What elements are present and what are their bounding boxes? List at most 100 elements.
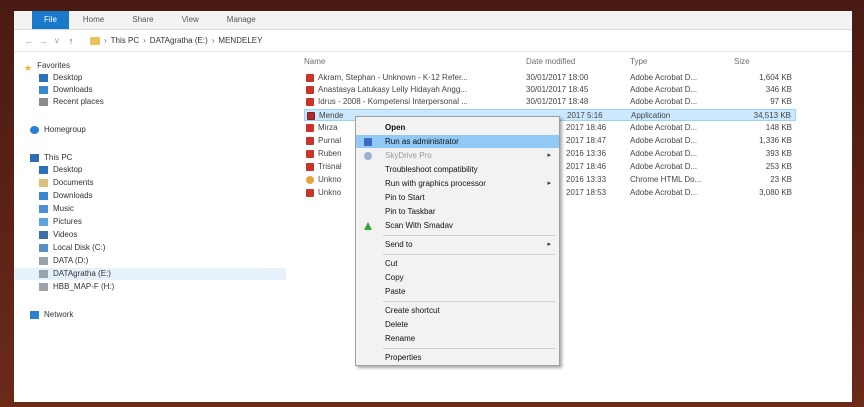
network-icon <box>30 311 39 319</box>
menu-item-properties[interactable]: Properties <box>356 351 559 364</box>
sidebar-item-favorites[interactable]: ★ Favorites <box>24 60 70 73</box>
file-name: Unkno <box>318 175 342 184</box>
skydrive-icon <box>364 152 372 160</box>
menu-item-scan-smadav[interactable]: Scan With Smadav <box>356 219 559 232</box>
breadcrumb-separator-icon: › <box>143 36 146 45</box>
menu-item-troubleshoot[interactable]: Troubleshoot compatibility <box>356 163 559 176</box>
menu-item-cut[interactable]: Cut <box>356 257 559 270</box>
sidebar-item-pc-desktop[interactable]: Desktop <box>39 164 82 176</box>
sidebar-item-local-disk[interactable]: Local Disk (C:) <box>39 242 105 254</box>
up-arrow-icon[interactable]: ↑ <box>64 36 78 46</box>
tab-file[interactable]: File <box>32 11 69 29</box>
pdf-icon <box>306 189 314 197</box>
menu-item-send-to[interactable]: Send to ▸ <box>356 238 559 251</box>
downloads-icon <box>39 86 48 94</box>
breadcrumb-folder[interactable]: MENDELEY <box>218 36 262 45</box>
sidebar-item-recent[interactable]: Recent places <box>39 96 104 108</box>
sidebar-item-videos[interactable]: Videos <box>39 229 77 241</box>
file-name: Mende <box>319 111 344 120</box>
sidebar-item-label: Documents <box>53 178 94 187</box>
sidebar-item-label: DATAgratha (E:) <box>53 269 111 278</box>
table-row[interactable]: Idrus - 2008 - Kompetensi Interpersonal … <box>304 96 796 108</box>
pdf-icon <box>306 98 314 106</box>
sidebar-item-downloads[interactable]: Downloads <box>39 84 93 96</box>
menu-separator <box>383 348 555 349</box>
file-size: 3,080 KB <box>759 188 792 197</box>
sidebar-item-pictures[interactable]: Pictures <box>39 216 82 228</box>
table-row[interactable]: Akram, Stephan - Unknown - K-12 Refer...… <box>304 72 796 84</box>
tab-view[interactable]: View <box>168 11 213 29</box>
menu-item-create-shortcut[interactable]: Create shortcut <box>356 304 559 317</box>
sidebar-item-datagratha[interactable]: DATAgratha (E:) <box>14 268 286 280</box>
sidebar-item-label: Network <box>44 310 74 319</box>
file-name: Trisnal <box>318 162 342 171</box>
explorer-window: File Home Share View Manage ← → ˅ ↑ › Th… <box>14 11 852 402</box>
sidebar-item-network[interactable]: Network <box>30 309 73 321</box>
menu-item-pin-to-taskbar[interactable]: Pin to Taskbar <box>356 205 559 218</box>
file-size: 1,604 KB <box>759 73 792 82</box>
file-date: 2016 13:33 <box>566 175 607 184</box>
menu-item-rename[interactable]: Rename <box>356 332 559 345</box>
back-arrow-icon[interactable]: ← <box>22 36 36 46</box>
file-type: Application <box>631 111 671 120</box>
file-date: 2017 18:47 <box>566 136 607 145</box>
file-date: 30/01/2017 18:00 <box>526 73 589 82</box>
chevron-down-icon[interactable]: ˅ <box>50 36 64 46</box>
sidebar-item-desktop[interactable]: Desktop <box>39 72 82 84</box>
pdf-icon <box>306 124 314 132</box>
menu-separator <box>383 254 555 255</box>
forward-arrow-icon[interactable]: → <box>36 36 50 46</box>
file-type: Adobe Acrobat D... <box>630 73 698 82</box>
videos-icon <box>39 231 48 239</box>
menu-item-copy[interactable]: Copy <box>356 271 559 284</box>
sidebar-item-documents[interactable]: Documents <box>39 177 93 189</box>
table-row[interactable]: Anastasya Latukasy Lelly Hidayah Angg...… <box>304 84 796 96</box>
file-date: 2016 13:36 <box>566 149 607 158</box>
breadcrumb-this-pc[interactable]: This PC <box>111 36 139 45</box>
sidebar-item-label: Desktop <box>53 165 83 174</box>
sidebar-item-hbb-map[interactable]: HBB_MAP-F (H:) <box>39 281 114 293</box>
tab-home[interactable]: Home <box>69 11 118 29</box>
file-type: Adobe Acrobat D... <box>630 136 698 145</box>
pdf-icon <box>306 74 314 82</box>
menu-item-paste[interactable]: Paste <box>356 285 559 298</box>
breadcrumb-drive[interactable]: DATAgratha (E:) <box>150 36 208 45</box>
breadcrumb-separator-icon: › <box>211 36 215 45</box>
file-type: Adobe Acrobat D... <box>630 97 698 106</box>
pdf-icon <box>306 86 314 94</box>
menu-item-delete[interactable]: Delete <box>356 318 559 331</box>
drive-icon <box>39 270 48 278</box>
pdf-icon <box>306 137 314 145</box>
column-header-size[interactable]: Size <box>734 56 750 68</box>
breadcrumb-separator-icon: › <box>104 36 107 45</box>
application-icon <box>307 112 315 120</box>
sidebar-item-pc-downloads[interactable]: Downloads <box>39 190 93 202</box>
file-type: Adobe Acrobat D... <box>630 123 698 132</box>
column-header-type[interactable]: Type <box>630 56 647 68</box>
menu-item-open[interactable]: Open <box>356 121 559 134</box>
navigation-pane: ★ Favorites Desktop Downloads Recent pla… <box>14 52 286 402</box>
menu-item-skydrive-pro[interactable]: SkyDrive Pro ▸ <box>356 149 559 162</box>
menu-item-pin-to-start[interactable]: Pin to Start <box>356 191 559 204</box>
sidebar-item-data-d[interactable]: DATA (D:) <box>39 255 88 267</box>
folder-icon <box>90 36 100 45</box>
file-type: Adobe Acrobat D... <box>630 149 698 158</box>
tab-share[interactable]: Share <box>118 11 167 29</box>
file-type: Adobe Acrobat D... <box>630 85 698 94</box>
computer-icon <box>30 154 39 162</box>
menu-item-run-with-gpu[interactable]: Run with graphics processor ▸ <box>356 177 559 190</box>
menu-item-run-as-admin[interactable]: Run as administrator <box>356 135 559 148</box>
context-menu: Open Run as administrator SkyDrive Pro ▸… <box>355 116 560 366</box>
sidebar-item-homegroup[interactable]: Homegroup <box>30 124 86 136</box>
menu-separator <box>383 235 555 236</box>
sidebar-item-label: This PC <box>44 153 73 162</box>
sidebar-item-label: Recent places <box>53 97 104 106</box>
sidebar-item-label: Downloads <box>53 191 93 200</box>
sidebar-item-this-pc[interactable]: This PC <box>30 152 72 164</box>
column-header-date[interactable]: Date modified <box>526 56 575 68</box>
tab-manage[interactable]: Manage <box>213 11 270 29</box>
sidebar-item-music[interactable]: Music <box>39 203 74 215</box>
chrome-html-icon <box>306 176 314 184</box>
column-header-name[interactable]: Name <box>304 56 325 68</box>
submenu-arrow-icon: ▸ <box>547 180 551 187</box>
